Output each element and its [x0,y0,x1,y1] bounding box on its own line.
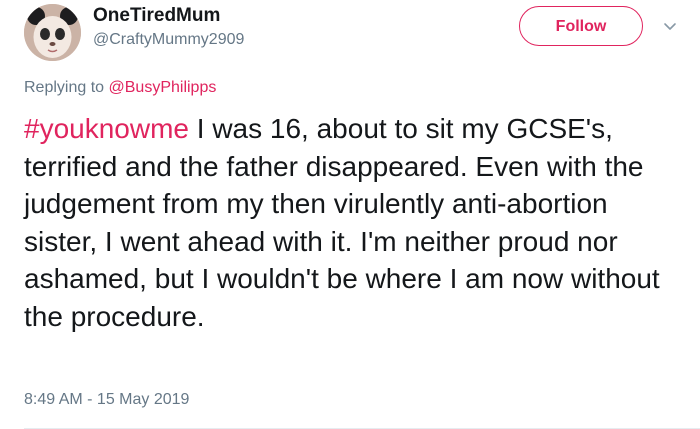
reply-mention-link[interactable]: @BusyPhilipps [109,79,217,96]
avatar[interactable] [24,4,81,61]
tweet-body: I was 16, about to sit my GCSE's, terrif… [24,113,660,332]
tweet-timestamp[interactable]: 8:49 AM - 15 May 2019 [24,391,189,409]
replying-to-label: Replying to [24,79,105,96]
author-display-name[interactable]: OneTiredMum [93,5,220,27]
replying-to: Replying to @BusyPhilipps [24,79,216,97]
author-handle[interactable]: @CraftyMummy2909 [93,31,244,49]
chevron-down-icon[interactable] [661,17,679,35]
tweet-text: #youknowme I was 16, about to sit my GCS… [24,110,684,335]
follow-button[interactable]: Follow [519,6,643,46]
hashtag-link[interactable]: #youknowme [24,113,189,144]
panda-filter-avatar-icon [24,4,81,61]
